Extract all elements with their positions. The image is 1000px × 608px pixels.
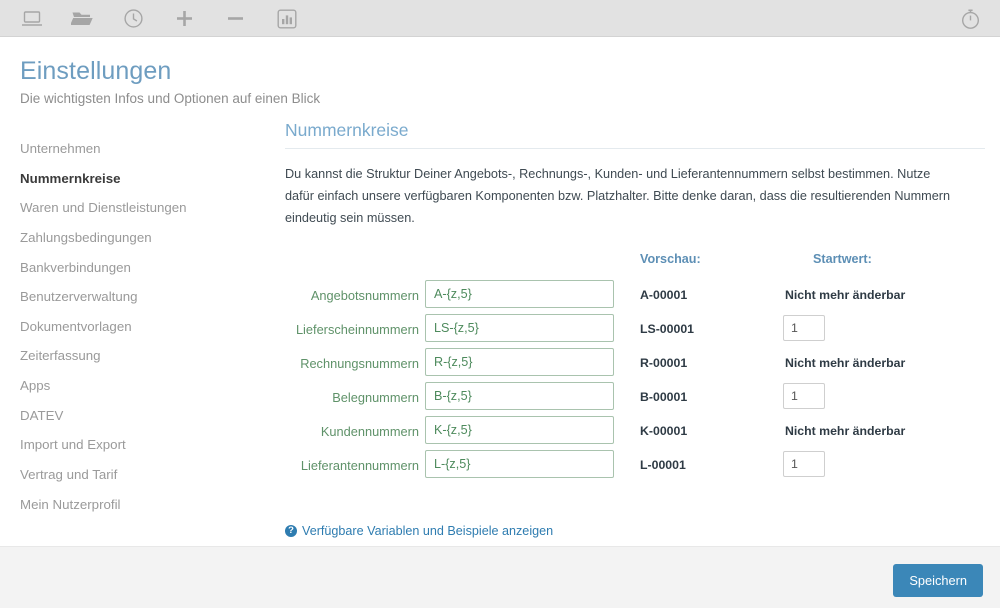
sidebar-item-unternehmen[interactable]: Unternehmen (20, 134, 265, 164)
start-value-locked-text: Nicht mehr änderbar (785, 355, 906, 370)
minus-icon[interactable] (210, 0, 261, 37)
bar-chart-icon[interactable] (261, 0, 312, 37)
page-subtitle: Die wichtigsten Infos und Optionen auf e… (20, 91, 321, 106)
sidebar-item-nummernkreise[interactable]: Nummernkreise (20, 164, 265, 194)
question-circle-icon: ? (285, 524, 297, 537)
sidebar-item-waren-und-dienstleistungen[interactable]: Waren und Dienstleistungen (20, 193, 265, 223)
app-root: Einstellungen Die wichtigsten Infos und … (0, 0, 1000, 608)
show-variables-link-label: Verfügbare Variablen und Beispiele anzei… (302, 523, 554, 538)
start-value-input[interactable] (783, 314, 825, 341)
section-title: Nummernkreise (285, 120, 409, 140)
folder-open-icon[interactable] (57, 0, 108, 37)
plus-icon[interactable] (159, 0, 210, 37)
number-range-label: Lieferantennummern (300, 457, 419, 473)
stopwatch-icon[interactable] (948, 0, 992, 37)
number-range-row: Lieferantennummern L-00001 (285, 449, 985, 484)
start-value-input[interactable] (783, 382, 825, 409)
section-divider (285, 148, 985, 149)
toolbar-left-group (0, 0, 1000, 37)
number-range-row: Angebotsnummern A-00001 Nicht mehr änderba… (285, 279, 985, 314)
show-variables-link[interactable]: ? Verfügbare Variablen und Beispiele anz… (285, 524, 553, 538)
number-range-row: Rechnungsnummern R-00001 Nicht mehr änderb… (285, 347, 985, 382)
sidebar-item-mein-nutzerprofil[interactable]: Mein Nutzerprofil (20, 490, 265, 520)
number-preview-value: LS-00001 (640, 321, 695, 336)
number-pattern-input[interactable] (425, 415, 614, 444)
start-value-locked-text: Nicht mehr änderbar (785, 287, 906, 302)
body-wrapper: Unternehmen Nummernkreise Waren und Dienst… (0, 120, 1000, 546)
footer-bar: Speichern (0, 546, 1000, 608)
top-toolbar (0, 0, 1000, 37)
sidebar-item-zahlungsbedingungen[interactable]: Zahlungsbedingungen (20, 223, 265, 253)
section-description: Du kannst die Struktur Deiner Angebots-,… (285, 167, 951, 226)
number-range-row: Kundennummern K-00001 Nicht mehr änderbar (285, 415, 985, 450)
page-header: Einstellungen Die wichtigsten Infos und … (0, 37, 1000, 106)
clock-icon[interactable] (108, 0, 159, 37)
number-pattern-input[interactable] (425, 381, 614, 410)
number-range-label: Angebotsnummern (310, 287, 419, 303)
number-pattern-input[interactable] (425, 449, 614, 478)
number-preview-value: B-00001 (640, 389, 688, 404)
number-preview-value: K-00001 (640, 423, 688, 438)
laptop-icon[interactable] (6, 0, 57, 37)
number-range-label: Belegnummern (332, 389, 419, 405)
save-button[interactable]: Speichern (893, 564, 983, 597)
number-range-label: Rechnungsnummern (300, 355, 419, 371)
page-title: Einstellungen (20, 57, 172, 85)
number-pattern-input[interactable] (425, 313, 614, 342)
number-pattern-input[interactable] (425, 279, 614, 308)
column-headers: Vorschau: Startwert: (285, 252, 985, 278)
column-header-preview: Vorschau: (640, 251, 701, 266)
start-value-locked-text: Nicht mehr änderbar (785, 423, 906, 438)
column-header-startvalue: Startwert: (813, 251, 872, 266)
number-preview-value: A-00001 (640, 287, 688, 302)
main-content: Nummernkreise Du kannst die Struktur Dei… (285, 120, 985, 538)
start-value-input[interactable] (783, 450, 825, 477)
number-range-label: Kundennummern (320, 423, 419, 439)
number-range-label: Lieferscheinnummern (295, 321, 419, 337)
toolbar-right-group (948, 0, 992, 37)
number-range-row: Belegnummern B-00001 (285, 381, 985, 416)
sidebar-item-bankverbindungen[interactable]: Bankverbindungen (20, 253, 265, 283)
number-range-row: Lieferscheinnummern LS-00001 (285, 313, 985, 348)
number-preview-value: L-00001 (640, 457, 686, 472)
number-pattern-input[interactable] (425, 347, 614, 376)
number-preview-value: R-00001 (640, 355, 688, 370)
number-range-rows: Angebotsnummern A-00001 Nicht mehr änderba… (285, 279, 985, 484)
